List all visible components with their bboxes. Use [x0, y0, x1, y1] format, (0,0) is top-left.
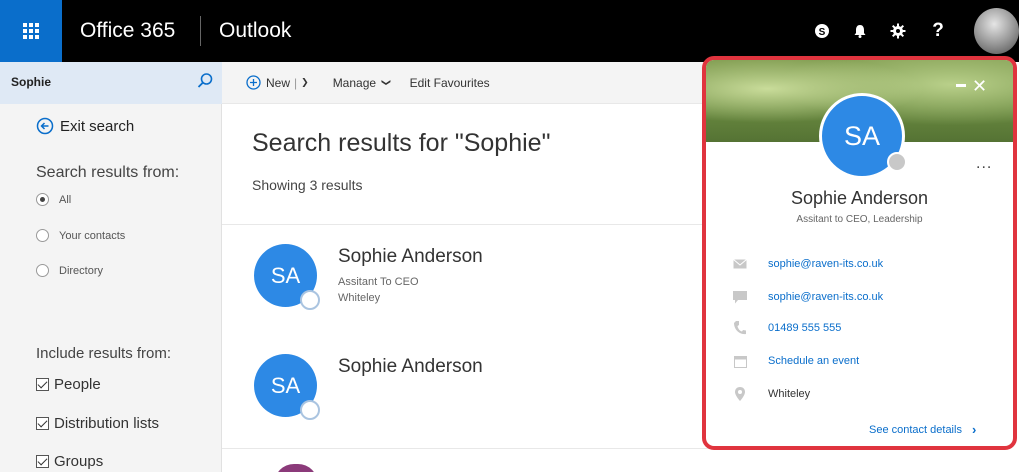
help-button[interactable]: ?: [918, 0, 958, 62]
user-avatar[interactable]: [974, 8, 1019, 54]
search-results-pane: Search results for "Sophie" Showing 3 re…: [222, 104, 712, 472]
contact-name: Sophie Anderson: [790, 188, 929, 208]
svg-text:S: S: [819, 27, 826, 38]
checkbox-checked-icon: [36, 455, 49, 468]
contact-email-row[interactable]: sophie@raven-its.co.uk: [732, 256, 883, 272]
bell-icon: [854, 25, 866, 38]
manage-label: Manage: [332, 75, 377, 90]
contact-im-row[interactable]: sophie@raven-its.co.uk: [732, 289, 883, 305]
skype-icon: S: [815, 24, 829, 38]
presence-indicator: [300, 400, 320, 420]
chevron-down-icon: ❯: [381, 78, 392, 87]
office-365-brand[interactable]: Office 365: [80, 0, 175, 62]
more-options-icon[interactable]: ...: [976, 155, 992, 173]
scope-option-label: Your contacts: [59, 229, 126, 242]
edit-favourites-button[interactable]: Edit Favourites: [410, 76, 490, 90]
exit-search-label: Exit search: [60, 117, 135, 135]
scope-option-label: All: [59, 193, 72, 206]
search-icon[interactable]: [196, 72, 214, 90]
top-navigation-bar: Office 365 Outlook S ?: [0, 0, 1019, 62]
search-box[interactable]: Sophie: [0, 62, 222, 104]
help-icon: ?: [932, 20, 944, 41]
contact-card: ✕ SA ... Sophie Anderson Assitant to CEO…: [702, 56, 1017, 450]
command-bar: New | ❯ Manage ❯ Edit Favourites: [222, 62, 712, 104]
phone-icon: [732, 320, 748, 336]
chevron-down-icon[interactable]: ❯: [301, 77, 309, 88]
manage-button[interactable]: Manage ❯: [332, 75, 392, 90]
divider: [222, 224, 712, 225]
results-title: Search results for "Sophie": [252, 129, 551, 157]
chevron-right-icon: ›: [971, 422, 977, 437]
exit-search-button[interactable]: Exit search: [36, 117, 134, 135]
see-contact-details-label: See contact details: [869, 423, 962, 436]
contact-subtitle: Assitant to CEO, Leadership: [796, 214, 923, 225]
see-contact-details-link[interactable]: See contact details ›: [869, 422, 976, 437]
result-location: Whiteley: [338, 292, 381, 304]
search-scope-heading: Search results from:: [36, 164, 180, 181]
topbar-divider: [200, 16, 201, 46]
edit-favourites-label: Edit Favourites: [409, 75, 490, 90]
checkbox-checked-icon: [36, 417, 49, 430]
settings-button[interactable]: [878, 0, 918, 62]
back-arrow-icon: [36, 117, 54, 135]
skype-button[interactable]: S: [802, 0, 842, 62]
separator: |: [294, 75, 298, 90]
app-launcher-button[interactable]: [0, 0, 62, 62]
gear-icon: [890, 23, 906, 39]
presence-indicator: [887, 152, 907, 172]
divider: [222, 448, 712, 449]
presence-indicator: [300, 290, 320, 310]
scope-option-your-contacts[interactable]: Your contacts: [36, 229, 125, 242]
contact-location-row: Whiteley: [732, 386, 810, 402]
include-heading: Include results from:: [36, 345, 172, 362]
location-icon: [732, 386, 748, 402]
include-option-label: Groups: [54, 453, 104, 470]
contact-email-link[interactable]: sophie@raven-its.co.uk: [768, 258, 883, 270]
contact-location: Whiteley: [768, 388, 811, 400]
result-item[interactable]: SA Sophie Anderson: [254, 354, 694, 444]
pin-icon[interactable]: [956, 84, 966, 87]
result-title: Assitant To CEO: [338, 276, 419, 288]
include-option-label: Distribution lists: [54, 415, 160, 432]
result-name: Sophie Anderson: [338, 246, 483, 267]
results-count: Showing 3 results: [252, 177, 363, 193]
include-groups-checkbox[interactable]: Groups: [36, 453, 103, 470]
waffle-icon: [23, 23, 39, 39]
checkbox-checked-icon: [36, 378, 49, 391]
contact-phone-row[interactable]: 01489 555 555: [732, 320, 841, 336]
include-option-label: People: [54, 376, 101, 393]
app-name[interactable]: Outlook: [219, 0, 291, 62]
chat-icon: [732, 289, 748, 305]
search-filter-pane: Sophie Exit search Search results from: …: [0, 62, 222, 472]
result-name: Sophie Anderson: [338, 356, 483, 377]
search-input[interactable]: Sophie: [11, 75, 51, 89]
include-distribution-lists-checkbox[interactable]: Distribution lists: [36, 415, 159, 432]
new-button[interactable]: New | ❯: [246, 75, 309, 90]
new-label: New: [266, 75, 291, 90]
persona-avatar-partial[interactable]: [274, 464, 318, 472]
schedule-event-row[interactable]: Schedule an event: [732, 353, 859, 369]
result-item[interactable]: SA Sophie Anderson Assitant To CEO White…: [254, 244, 694, 334]
scope-option-all[interactable]: All: [36, 193, 71, 206]
contact-im-link[interactable]: sophie@raven-its.co.uk: [768, 291, 883, 303]
scope-option-directory[interactable]: Directory: [36, 264, 103, 277]
radio-selected-icon: [36, 193, 49, 206]
include-people-checkbox[interactable]: People: [36, 376, 101, 393]
radio-icon: [36, 264, 49, 277]
calendar-icon: [732, 353, 748, 369]
close-icon[interactable]: ✕: [972, 76, 987, 97]
notifications-button[interactable]: [840, 0, 880, 62]
scope-option-label: Directory: [59, 264, 104, 277]
radio-icon: [36, 229, 49, 242]
mail-icon: [732, 256, 748, 272]
add-icon: [246, 75, 261, 90]
schedule-event-link[interactable]: Schedule an event: [768, 355, 859, 367]
contact-phone-link[interactable]: 01489 555 555: [768, 322, 841, 334]
